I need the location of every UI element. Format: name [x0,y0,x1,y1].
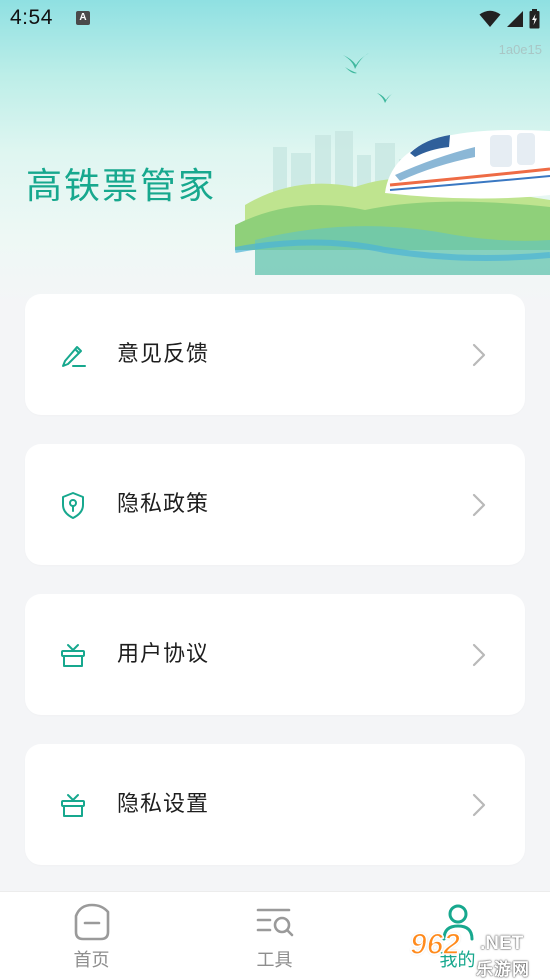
tools-search-icon [256,908,293,937]
nav-item-tools[interactable]: 工具 [183,892,366,980]
bird-icon [377,92,395,103]
watermark-chinese: 乐游网 [476,960,530,980]
chevron-right-icon [472,343,486,367]
gift-box-icon [61,794,85,817]
status-bar: 4:54 A [0,0,550,40]
pencil-icon [62,346,86,367]
watermark-suffix: .NET [480,933,524,954]
menu-item-label: 用户协议 [117,642,210,667]
chevron-right-icon [472,493,486,517]
nav-label: 首页 [73,950,110,971]
settings-menu: 意见反馈 隐私政策 用户协议 隐私设置 [25,294,525,894]
chevron-right-icon [472,643,486,667]
bottom-nav: 首页 工具 我的 962 .NET 乐游网 [0,891,550,980]
menu-item-user-agreement[interactable]: 用户协议 [25,594,525,715]
menu-item-privacy-policy[interactable]: 隐私政策 [25,444,525,565]
nav-item-home[interactable]: 首页 [0,892,183,980]
bird-icon [343,53,369,74]
watermark-logo: 962 .NET 乐游网 [409,925,550,980]
menu-item-privacy-settings[interactable]: 隐私设置 [25,744,525,865]
watermark-number: 962 [409,927,461,962]
shield-icon [62,492,84,519]
app-title: 高铁票管家 [26,166,217,207]
cell-signal-icon [507,11,523,27]
gift-box-icon [61,644,85,667]
menu-item-feedback[interactable]: 意见反馈 [25,294,525,415]
train-icon [385,130,550,199]
home-icon [74,903,109,941]
menu-item-label: 隐私政策 [117,492,210,517]
nav-label: 工具 [256,950,293,971]
status-icons [479,7,540,31]
chevron-right-icon [472,793,486,817]
header-banner: 4:54 A 1a0e15 高铁票管家 [0,0,550,305]
status-time: 4:54 [10,6,53,29]
menu-item-label: 意见反馈 [117,342,210,367]
menu-item-label: 隐私设置 [117,792,210,817]
train-scenery-illustration [235,53,550,275]
wifi-icon [479,10,501,27]
notification-badge: A [76,11,90,25]
battery-icon [529,9,540,29]
